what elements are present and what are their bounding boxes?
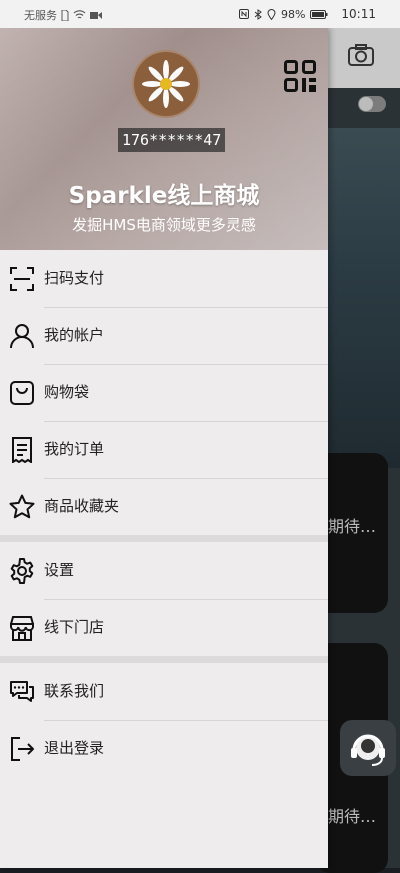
drawer-header: 176******47 Sparkle线上商城 发掘HMS电商领域更多灵感	[0, 28, 328, 250]
nfc-icon	[238, 9, 249, 19]
sim-icon	[61, 9, 69, 21]
menu-item-favorites[interactable]: 商品收藏夹	[0, 478, 328, 535]
wifi-icon	[73, 10, 86, 19]
bag-icon	[10, 380, 34, 405]
menu-item-settings[interactable]: 设置	[0, 542, 328, 600]
battery-icon	[310, 9, 328, 19]
menu-item-label: 设置	[44, 542, 328, 600]
status-bar: 无服务 98% 10:11	[0, 0, 400, 28]
menu-item-my-account[interactable]: 我的帐户	[0, 307, 328, 365]
card-text: 期待…	[328, 517, 377, 536]
qr-code-icon[interactable]	[284, 60, 316, 92]
battery-percent: 98%	[280, 7, 306, 21]
menu-item-label: 扫码支付	[44, 250, 328, 308]
background-banner[interactable]	[320, 128, 400, 468]
store-icon	[10, 615, 34, 641]
background-toggle[interactable]	[358, 96, 386, 112]
camera-icon[interactable]	[348, 44, 374, 66]
menu-item-my-orders[interactable]: 我的订单	[0, 421, 328, 479]
customer-service-button[interactable]	[340, 720, 396, 776]
drawer-menu: 扫码支付 我的帐户 购物袋 我的订单 商品收藏夹 设置 线下门店 联系我们 退出…	[0, 250, 328, 777]
headset-icon	[351, 734, 385, 766]
menu-item-shopping-bag[interactable]: 购物袋	[0, 364, 328, 422]
star-icon	[9, 494, 35, 518]
menu-item-label: 退出登录	[44, 739, 105, 757]
navigation-drawer: 176******47 Sparkle线上商城 发掘HMS电商领域更多灵感 扫码…	[0, 28, 328, 868]
app-title: Sparkle线上商城	[68, 183, 260, 209]
video-icon	[90, 11, 102, 19]
scan-icon	[10, 266, 34, 291]
menu-item-label: 联系我们	[44, 663, 328, 721]
bluetooth-icon	[254, 8, 262, 20]
order-icon	[12, 436, 32, 463]
menu-item-offline-store[interactable]: 线下门店	[0, 599, 328, 656]
carrier-text: 无服务	[24, 9, 57, 22]
daisy-avatar-icon	[142, 60, 190, 108]
gear-icon	[10, 557, 34, 584]
logout-icon	[11, 736, 34, 761]
card-text: 期待…	[328, 807, 377, 826]
location-icon	[267, 8, 276, 20]
menu-item-label: 我的帐户	[44, 307, 328, 365]
user-icon	[10, 323, 34, 348]
user-phone: 176******47	[118, 128, 226, 152]
menu-item-label: 购物袋	[44, 364, 328, 422]
menu-item-label: 线下门店	[44, 618, 105, 636]
menu-item-label: 我的订单	[44, 421, 328, 479]
app-subtitle: 发掘HMS电商领域更多灵感	[72, 216, 256, 234]
avatar[interactable]	[132, 50, 200, 118]
chat-icon	[10, 680, 34, 702]
menu-item-contact-us[interactable]: 联系我们	[0, 663, 328, 721]
clock: 10:11	[341, 7, 376, 21]
menu-item-scan-pay[interactable]: 扫码支付	[0, 250, 328, 308]
menu-item-logout[interactable]: 退出登录	[0, 720, 328, 777]
menu-item-label: 商品收藏夹	[44, 497, 120, 515]
